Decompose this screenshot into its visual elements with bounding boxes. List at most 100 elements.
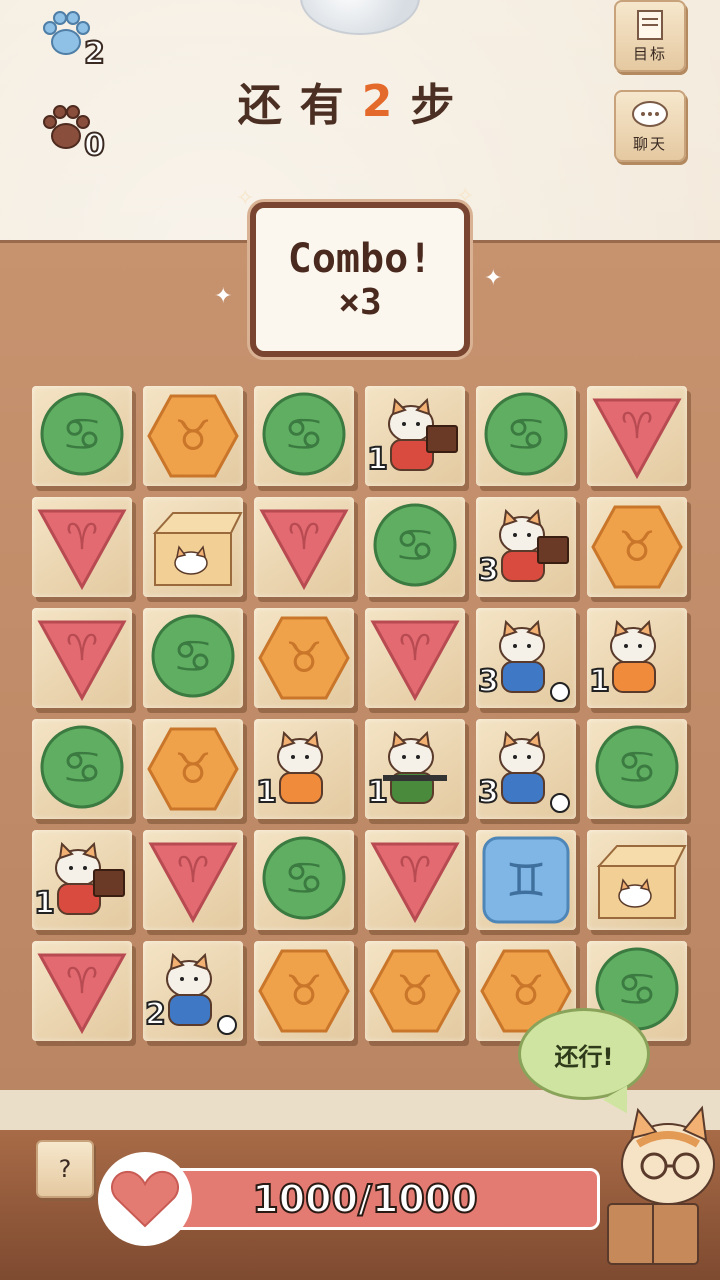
board-tile[interactable]: ♉: [143, 719, 243, 819]
health-text: 1000/1000: [251, 1176, 478, 1222]
blue-paw-count: 2: [83, 35, 106, 72]
red-aries-icon: ♈: [37, 953, 127, 1035]
board-tile[interactable]: ♋: [587, 719, 687, 819]
piece-count: 3: [477, 663, 500, 700]
orange-taurus-icon: ♉: [147, 727, 239, 811]
svg-text:♉: ♉: [507, 966, 545, 1015]
green-cancer-icon: ♋: [40, 392, 124, 476]
board-tile[interactable]: [587, 830, 687, 930]
board-tile[interactable]: 2: [143, 941, 243, 1041]
board-tile[interactable]: ♉: [254, 608, 354, 708]
sparkle-icon: ✦: [484, 266, 503, 291]
svg-text:♉: ♉: [618, 522, 656, 571]
scroll-icon: [637, 10, 663, 40]
heart-badge: [98, 1152, 192, 1246]
svg-text:♋: ♋: [283, 407, 324, 461]
help-button[interactable]: ?: [36, 1140, 94, 1198]
board-tile[interactable]: ♊: [476, 830, 576, 930]
piece-count: 1: [366, 441, 389, 478]
board-tile[interactable]: 1: [365, 386, 465, 486]
red-aries-icon: ♈: [37, 620, 127, 702]
combo-multiplier: ×3: [338, 282, 382, 323]
board-tile[interactable]: ♉: [143, 386, 243, 486]
goal-label: 目标: [632, 45, 667, 63]
red-aries-icon: ♈: [370, 620, 460, 702]
svg-text:♋: ♋: [172, 629, 213, 683]
speech-bubble: 还行!: [518, 1008, 650, 1100]
svg-text:♈: ♈: [66, 961, 98, 1002]
brown-paw-count: 0: [83, 127, 106, 164]
svg-text:♋: ♋: [505, 407, 546, 461]
svg-text:♈: ♈: [399, 850, 431, 891]
svg-text:♈: ♈: [399, 628, 431, 669]
svg-text:♈: ♈: [66, 628, 98, 669]
board-tile[interactable]: ♈: [32, 608, 132, 708]
svg-text:♉: ♉: [174, 411, 212, 460]
board-tile[interactable]: ♈: [254, 497, 354, 597]
board-tile[interactable]: 1: [587, 608, 687, 708]
combo-banner: Combo! ×3: [250, 202, 470, 357]
piece-count: 1: [33, 885, 56, 922]
moves-value: 2: [361, 75, 411, 127]
board-tile[interactable]: ♋: [476, 386, 576, 486]
svg-text:♉: ♉: [285, 633, 323, 682]
board-tile[interactable]: ♈: [32, 497, 132, 597]
orange-taurus-icon: ♉: [258, 616, 350, 700]
green-cancer-icon: ♋: [595, 725, 679, 809]
piece-count: 1: [366, 774, 389, 811]
reading-cat-icon: [607, 1105, 715, 1265]
help-label: ?: [58, 1155, 72, 1183]
combo-title: Combo!: [287, 236, 433, 282]
board-tile[interactable]: 1: [32, 830, 132, 930]
svg-text:♈: ♈: [621, 406, 653, 447]
board-tile[interactable]: ♈: [143, 830, 243, 930]
orange-taurus-icon: ♉: [591, 505, 683, 589]
chat-button[interactable]: 聊天: [614, 90, 686, 162]
green-cancer-icon: ♋: [151, 614, 235, 698]
red-aries-icon: ♈: [370, 842, 460, 924]
board-tile[interactable]: 1: [254, 719, 354, 819]
board-tile[interactable]: ♋: [254, 830, 354, 930]
svg-text:♋: ♋: [616, 740, 657, 794]
sparkle-icon: ✧: [456, 184, 475, 209]
orange-taurus-icon: ♉: [258, 949, 350, 1033]
board-tile[interactable]: 3: [476, 719, 576, 819]
board-tile[interactable]: ♈: [365, 830, 465, 930]
svg-text:♋: ♋: [283, 851, 324, 905]
board-tile[interactable]: ♈: [587, 386, 687, 486]
svg-text:♈: ♈: [177, 850, 209, 891]
board-tile[interactable]: ♋: [365, 497, 465, 597]
board-tile[interactable]: ♋: [32, 719, 132, 819]
piece-count: 3: [477, 552, 500, 589]
board-tile[interactable]: 3: [476, 497, 576, 597]
sparkle-icon: ✦: [214, 284, 233, 309]
green-cancer-icon: ♋: [484, 392, 568, 476]
board-tile[interactable]: ♋: [32, 386, 132, 486]
board-tile[interactable]: ♋: [143, 608, 243, 708]
piece-count: 1: [255, 774, 278, 811]
blue-gemini-icon: ♊: [482, 836, 570, 924]
green-cancer-icon: ♋: [40, 725, 124, 809]
moves-suffix: 步: [410, 80, 473, 131]
green-cancer-icon: ♋: [373, 503, 457, 587]
chat-label: 聊天: [632, 135, 667, 153]
speech-text: 还行!: [554, 1042, 614, 1071]
board-tile[interactable]: [143, 497, 243, 597]
board-tile[interactable]: 1: [365, 719, 465, 819]
green-cancer-icon: ♋: [262, 392, 346, 476]
cat-box-icon: [596, 845, 687, 919]
goal-button[interactable]: 目标: [614, 0, 686, 72]
cat-box-icon: [152, 512, 243, 586]
board-tile[interactable]: ♋: [254, 386, 354, 486]
chat-bubble-icon: [632, 101, 668, 127]
board-tile[interactable]: ♉: [254, 941, 354, 1041]
board-tile[interactable]: ♈: [32, 941, 132, 1041]
board-tile[interactable]: ♉: [587, 497, 687, 597]
sparkle-icon: ✧: [236, 186, 255, 211]
board-tile[interactable]: ♈: [365, 608, 465, 708]
board-tile[interactable]: ♉: [365, 941, 465, 1041]
orange-taurus-icon: ♉: [369, 949, 461, 1033]
svg-text:♈: ♈: [288, 517, 320, 558]
board-tile[interactable]: 3: [476, 608, 576, 708]
moves-remaining: 还有 2 步: [205, 66, 505, 136]
